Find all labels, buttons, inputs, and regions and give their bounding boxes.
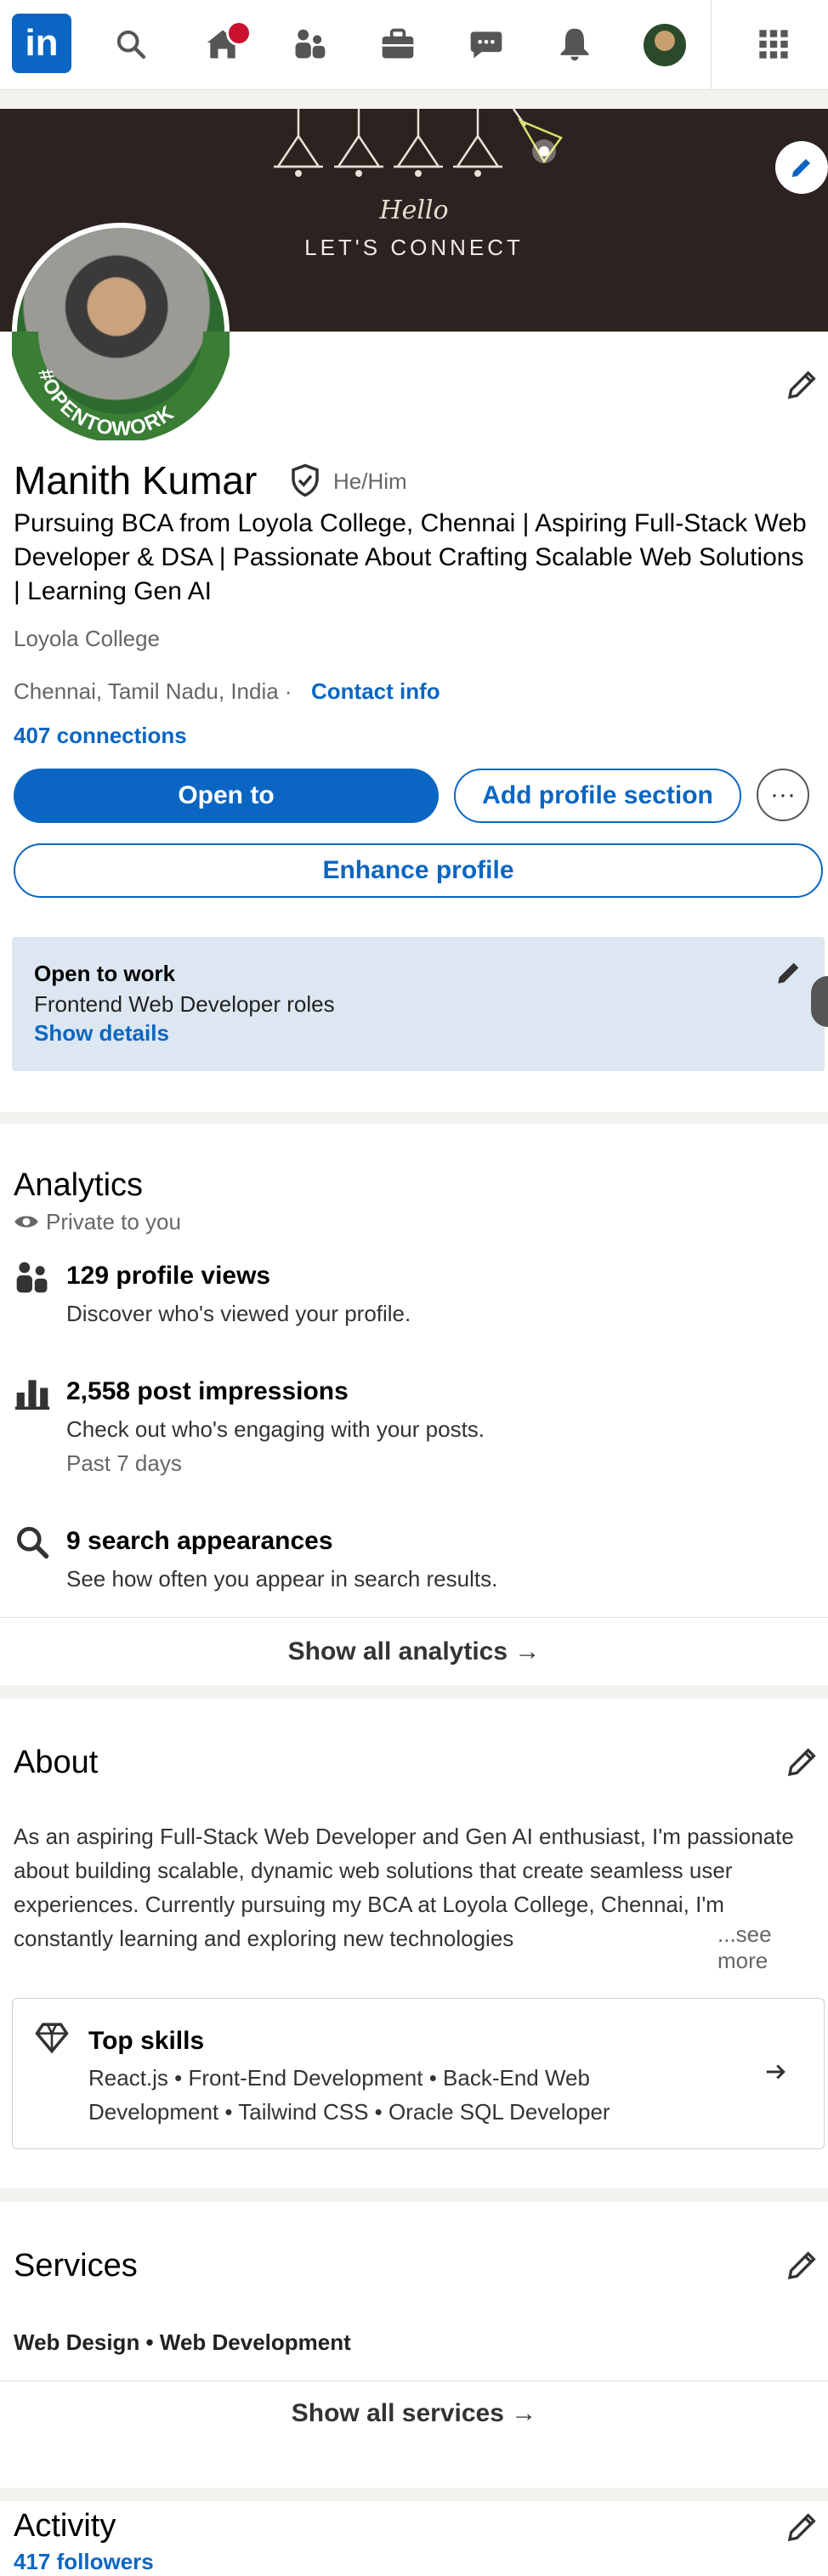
divider (0, 1617, 828, 1618)
contact-info-link[interactable]: Contact info (311, 678, 440, 705)
analytics-heading: Analytics (14, 1167, 144, 1203)
services-heading: Services (14, 2248, 138, 2284)
top-nav: in (0, 0, 828, 90)
notifications-icon[interactable] (549, 19, 600, 70)
add-profile-section-button[interactable]: Add profile section (454, 769, 741, 823)
apps-grid-icon[interactable] (748, 19, 799, 70)
search-appearances-icon (14, 1523, 51, 1561)
opentowork-frame: #OPENTOWORK (12, 331, 230, 440)
edit-intro-pencil-icon[interactable] (782, 364, 823, 405)
banner-hello: Hello (379, 196, 449, 225)
analytics-item-desc: See how often you appear in search resul… (66, 1566, 498, 1592)
analytics-item-title[interactable]: 2,558 post impressions (66, 1377, 349, 1406)
side-drawer-handle[interactable] (811, 976, 828, 1027)
services-list: Web Design • Web Development (14, 2329, 351, 2355)
opentowork-text: #OPENTOWORK (33, 366, 178, 440)
show-all-analytics-button[interactable]: Show all analytics → (0, 1637, 828, 1666)
more-actions-button[interactable]: ··· (757, 769, 809, 821)
enhance-profile-button[interactable]: Enhance profile (14, 843, 823, 898)
jobs-icon[interactable] (372, 19, 423, 70)
open-to-work-roles: Frontend Web Developer roles (34, 991, 335, 1017)
pronouns: He/Him (333, 468, 407, 494)
analytics-item-desc: Discover who's viewed your profile. (66, 1301, 411, 1326)
edit-banner-button[interactable] (775, 141, 828, 194)
top-skills-list: React.js • Front-End Development • Back-… (88, 2065, 610, 2125)
analytics-item-desc: Check out who's engaging with your posts… (66, 1416, 485, 1442)
show-all-services-button[interactable]: Show all services → (0, 2399, 828, 2428)
divider (0, 2380, 828, 2381)
eye-icon (14, 1209, 39, 1239)
top-skills-label: Top skills (88, 2027, 205, 2055)
open-to-button[interactable]: Open to (14, 769, 439, 823)
edit-about-pencil-icon[interactable] (782, 1741, 823, 1782)
edit-activity-pencil-icon[interactable] (782, 2506, 823, 2547)
about-heading: About (14, 1745, 99, 1780)
arrow-right-icon[interactable] (763, 2059, 789, 2089)
verified-shield-icon[interactable] (287, 462, 323, 502)
messaging-icon[interactable] (461, 19, 512, 70)
bar-chart-icon (14, 1374, 51, 1411)
connections-link[interactable]: 407 connections (14, 723, 187, 749)
about-text: As an aspiring Full-Stack Web Developer … (14, 1824, 794, 1951)
notification-badge (226, 20, 252, 46)
show-details-link[interactable]: Show details (34, 1020, 169, 1047)
analytics-item-note: Past 7 days (66, 1450, 182, 1476)
see-more-link[interactable]: ...see more (711, 1921, 828, 1974)
followers-link[interactable]: 417 followers (14, 2549, 154, 2575)
nav-divider (711, 0, 712, 90)
profile-name: Manith Kumar (14, 458, 258, 502)
edit-services-pencil-icon[interactable] (782, 2244, 823, 2285)
network-icon[interactable] (284, 19, 335, 70)
edit-open-to-work-pencil-icon[interactable] (768, 952, 809, 993)
analytics-item-title[interactable]: 9 search appearances (66, 1527, 333, 1556)
svg-text:#OPENTOWORK: #OPENTOWORK (33, 366, 179, 440)
people-icon (14, 1258, 51, 1296)
profile-page: in Hello LET'S CONNECT #OPENTOWORK Manit… (0, 0, 828, 2576)
analytics-item-title[interactable]: 129 profile views (66, 1262, 270, 1291)
pencil-icon (791, 159, 810, 178)
me-avatar[interactable] (644, 24, 686, 66)
open-to-work-title: Open to work (34, 961, 176, 986)
profile-education[interactable]: Loyola College (14, 626, 160, 652)
profile-headline: Pursuing BCA from Loyola College, Chenna… (14, 509, 807, 605)
activity-heading: Activity (14, 2508, 116, 2544)
diamond-icon (34, 2020, 70, 2060)
analytics-privacy: Private to you (46, 1209, 181, 1234)
profile-location: Chennai, Tamil Nadu, India · (14, 678, 292, 704)
linkedin-logo[interactable]: in (12, 14, 71, 73)
search-icon[interactable] (105, 19, 156, 70)
